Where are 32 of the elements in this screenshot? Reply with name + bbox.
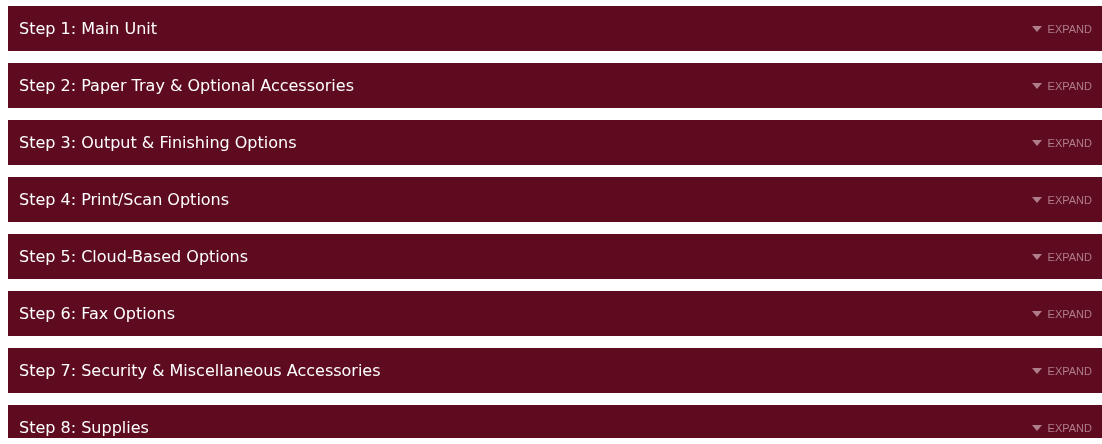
section-title: Step 4: Print/Scan Options (19, 190, 230, 209)
section-title: Step 2: Paper Tray & Optional Accessories (19, 76, 354, 95)
section-header[interactable]: Step 5: Cloud-Based Options EXPAND (8, 234, 1102, 279)
section-header[interactable]: Step 7: Security & Miscellaneous Accessories EXPAND (8, 348, 1102, 393)
section-header[interactable]: Step 4: Print/Scan Options EXPAND (8, 177, 1102, 222)
expand-toggle[interactable]: EXPAND (1031, 22, 1092, 35)
caret-icon (1031, 82, 1042, 89)
expand-toggle[interactable]: EXPAND (1031, 421, 1092, 434)
section-title: Step 5: Cloud-Based Options (19, 247, 248, 266)
expand-toggle[interactable]: EXPAND (1031, 193, 1092, 206)
expand-toggle[interactable]: EXPAND (1031, 307, 1092, 320)
caret-icon (1031, 139, 1042, 146)
section-header[interactable]: Step 3: Output & Finishing Options EXPAND (8, 120, 1102, 165)
caret-icon (1031, 196, 1042, 203)
caret-icon (1031, 253, 1042, 260)
caret-icon (1031, 424, 1042, 431)
section-header[interactable]: Step 8: Supplies EXPAND (8, 405, 1102, 438)
section-header[interactable]: Step 2: Paper Tray & Optional Accessories EXPAND (8, 63, 1102, 108)
expand-toggle[interactable]: EXPAND (1031, 136, 1092, 149)
caret-icon (1031, 310, 1042, 317)
section-header[interactable]: Step 6: Fax Options EXPAND (8, 291, 1102, 336)
expand-toggle[interactable]: EXPAND (1031, 364, 1092, 377)
section-title: Step 3: Output & Finishing Options (19, 133, 297, 152)
section-title: Step 8: Supplies (19, 418, 149, 437)
caret-icon (1031, 25, 1042, 32)
section-title: Step 6: Fax Options (19, 304, 175, 323)
section-title: Step 1: Main Unit (19, 19, 158, 38)
section-header[interactable]: Step 1: Main Unit EXPAND (8, 6, 1102, 51)
caret-icon (1031, 367, 1042, 374)
section-title: Step 7: Security & Miscellaneous Accessories (19, 361, 381, 380)
expand-toggle[interactable]: EXPAND (1031, 79, 1092, 92)
expand-toggle[interactable]: EXPAND (1031, 250, 1092, 263)
